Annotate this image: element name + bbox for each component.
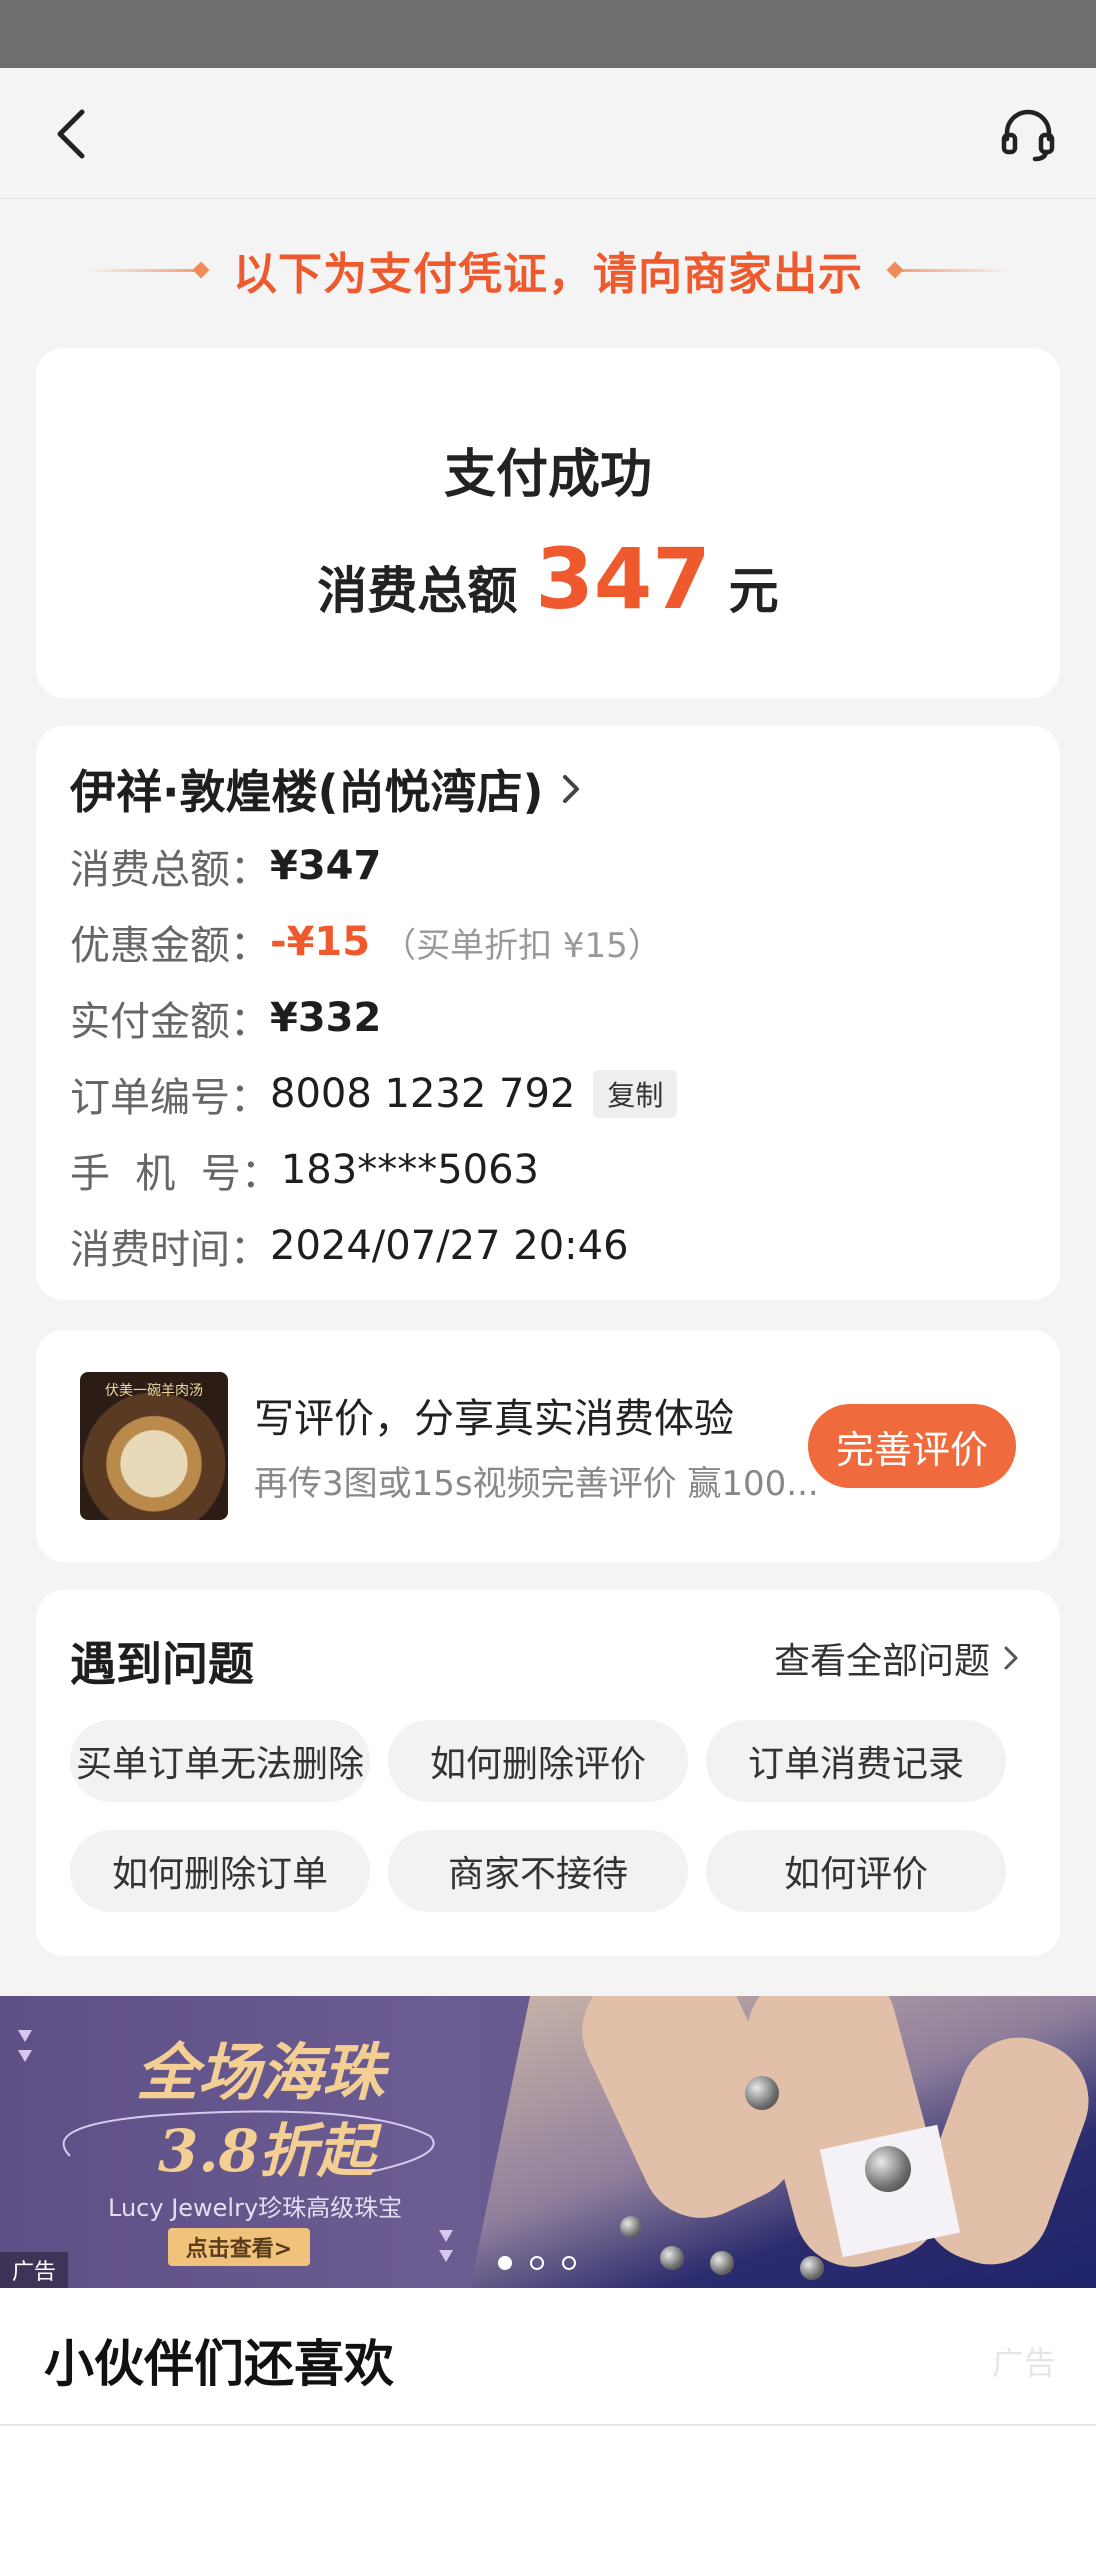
shop-name-link[interactable]: 伊祥·敦煌楼(尚悦湾店) [70, 756, 582, 822]
chevron-right-icon [560, 771, 582, 807]
voucher-banner: 以下为支付凭证，请向商家出示 [0, 232, 1096, 308]
row-label: 订单编号： [70, 1075, 270, 1121]
ad-banner[interactable]: 全场海珠 3.8折起 Lucy Jewelry珍珠高级珠宝 点击查看> [0, 1996, 1096, 2288]
discount-note: （买单折扣 ¥15） [382, 925, 662, 966]
ad-cta-button[interactable]: 点击查看> [168, 2228, 310, 2266]
dish-thumbnail-caption: 伏美一碗羊肉汤 [105, 1383, 203, 1399]
recommend-list-area [0, 2426, 1096, 2560]
row-value: 183****5063 [280, 1147, 540, 1193]
recommend-section-header: 小伙伴们还喜欢 广告 [0, 2288, 1096, 2426]
total-amount-label: 消费总额 [317, 562, 518, 620]
dish-thumbnail: 伏美一碗羊肉汤 [80, 1372, 228, 1520]
row-value: 2024/07/27 20:46 [270, 1223, 629, 1269]
row-label: 消费总额： [70, 847, 270, 893]
row-label: 优惠金额： [70, 923, 270, 969]
banner-decoration-right [886, 261, 1011, 279]
total-amount-line: 消费总额 347 元 [36, 530, 1060, 628]
banner-decoration-left [85, 261, 210, 279]
ad-headline-2: 3.8折起 [158, 2117, 375, 2185]
total-amount-value: 347 [535, 530, 711, 628]
carousel-dot[interactable] [530, 2256, 544, 2270]
ad-tag: 广告 [0, 2252, 68, 2288]
order-row-discount: 优惠金额： -¥15 （买单折扣 ¥15） [70, 914, 662, 970]
complete-review-button[interactable]: 完善评价 [808, 1404, 1016, 1488]
faq-chip[interactable]: 如何删除评价 [388, 1720, 688, 1802]
shop-name: 伊祥·敦煌楼(尚悦湾店) [70, 765, 544, 819]
ad-headline-1: 全场海珠 [136, 2036, 385, 2109]
ad-photo-pearls [470, 1996, 1096, 2288]
faq-card: 遇到问题 查看全部问题 买单订单无法删除 如何删除评价 订单消费记录 如何删除订… [36, 1590, 1060, 1956]
sparkle-icon [18, 2030, 32, 2062]
order-number: 8008 1232 792 [270, 1071, 576, 1117]
nav-bar [0, 68, 1096, 199]
chevron-right-icon [1002, 1643, 1020, 1673]
order-details-card: 伊祥·敦煌楼(尚悦湾店) 消费总额： ¥347 优惠金额： -¥15 （买单折扣… [36, 726, 1060, 1300]
carousel-dot-active[interactable] [498, 2256, 512, 2270]
voucher-banner-text: 以下为支付凭证，请向商家出示 [233, 249, 863, 300]
carousel-dot[interactable] [562, 2256, 576, 2270]
faq-chip[interactable]: 如何评价 [706, 1830, 1006, 1912]
review-title: 写评价，分享真实消费体验 [254, 1396, 734, 1442]
payment-success-title: 支付成功 [443, 445, 652, 505]
review-card: 伏美一碗羊肉汤 写评价，分享真实消费体验 再传3图或15s视频完善评价 赢100… [36, 1330, 1060, 1562]
order-row-phone: 手 机 号： 183****5063 [70, 1142, 539, 1198]
payment-success-card: 支付成功 消费总额 347 元 [36, 348, 1060, 698]
row-value: ¥347 [270, 843, 382, 889]
faq-chip[interactable]: 商家不接待 [388, 1830, 688, 1912]
ad-text-panel: 全场海珠 3.8折起 Lucy Jewelry珍珠高级珠宝 点击查看> [0, 1996, 520, 2288]
ad-brand: Lucy Jewelry珍珠高级珠宝 [108, 2194, 403, 2222]
faq-chip[interactable]: 订单消费记录 [706, 1720, 1006, 1802]
headset-icon [1001, 109, 1055, 162]
view-all-label: 查看全部问题 [773, 1641, 990, 1682]
view-all-questions-link[interactable]: 查看全部问题 [774, 1632, 1020, 1684]
order-row-number: 订单编号： 8008 1232 792 复制 [70, 1066, 678, 1122]
back-button[interactable] [40, 102, 104, 166]
order-row-paid: 实付金额： ¥332 [70, 990, 381, 1046]
recommend-ad-label: 广告 [991, 2344, 1056, 2382]
discount-value: -¥15 [270, 919, 371, 965]
recommend-title: 小伙伴们还喜欢 [44, 2335, 394, 2393]
row-value: ¥332 [270, 995, 382, 1041]
faq-title: 遇到问题 [70, 1637, 254, 1691]
order-row-time: 消费时间： 2024/07/27 20:46 [70, 1218, 629, 1274]
order-row-total: 消费总额： ¥347 [70, 838, 381, 894]
sparkle-icon [439, 2230, 453, 2262]
status-bar [0, 0, 1096, 68]
row-label: 手 机 号： [70, 1151, 281, 1197]
chevron-left-icon [57, 109, 85, 159]
faq-chip[interactable]: 买单订单无法删除 [70, 1720, 370, 1802]
row-label: 消费时间： [70, 1227, 270, 1273]
row-label: 实付金额： [70, 999, 270, 1045]
faq-chip[interactable]: 如何删除订单 [70, 1830, 370, 1912]
customer-service-button[interactable] [996, 102, 1060, 166]
carousel-dots [498, 2256, 594, 2270]
currency-unit: 元 [728, 562, 779, 620]
copy-button[interactable]: 复制 [593, 1070, 678, 1118]
review-subtitle: 再传3图或15s视频完善评价 赢100... [254, 1464, 819, 1504]
